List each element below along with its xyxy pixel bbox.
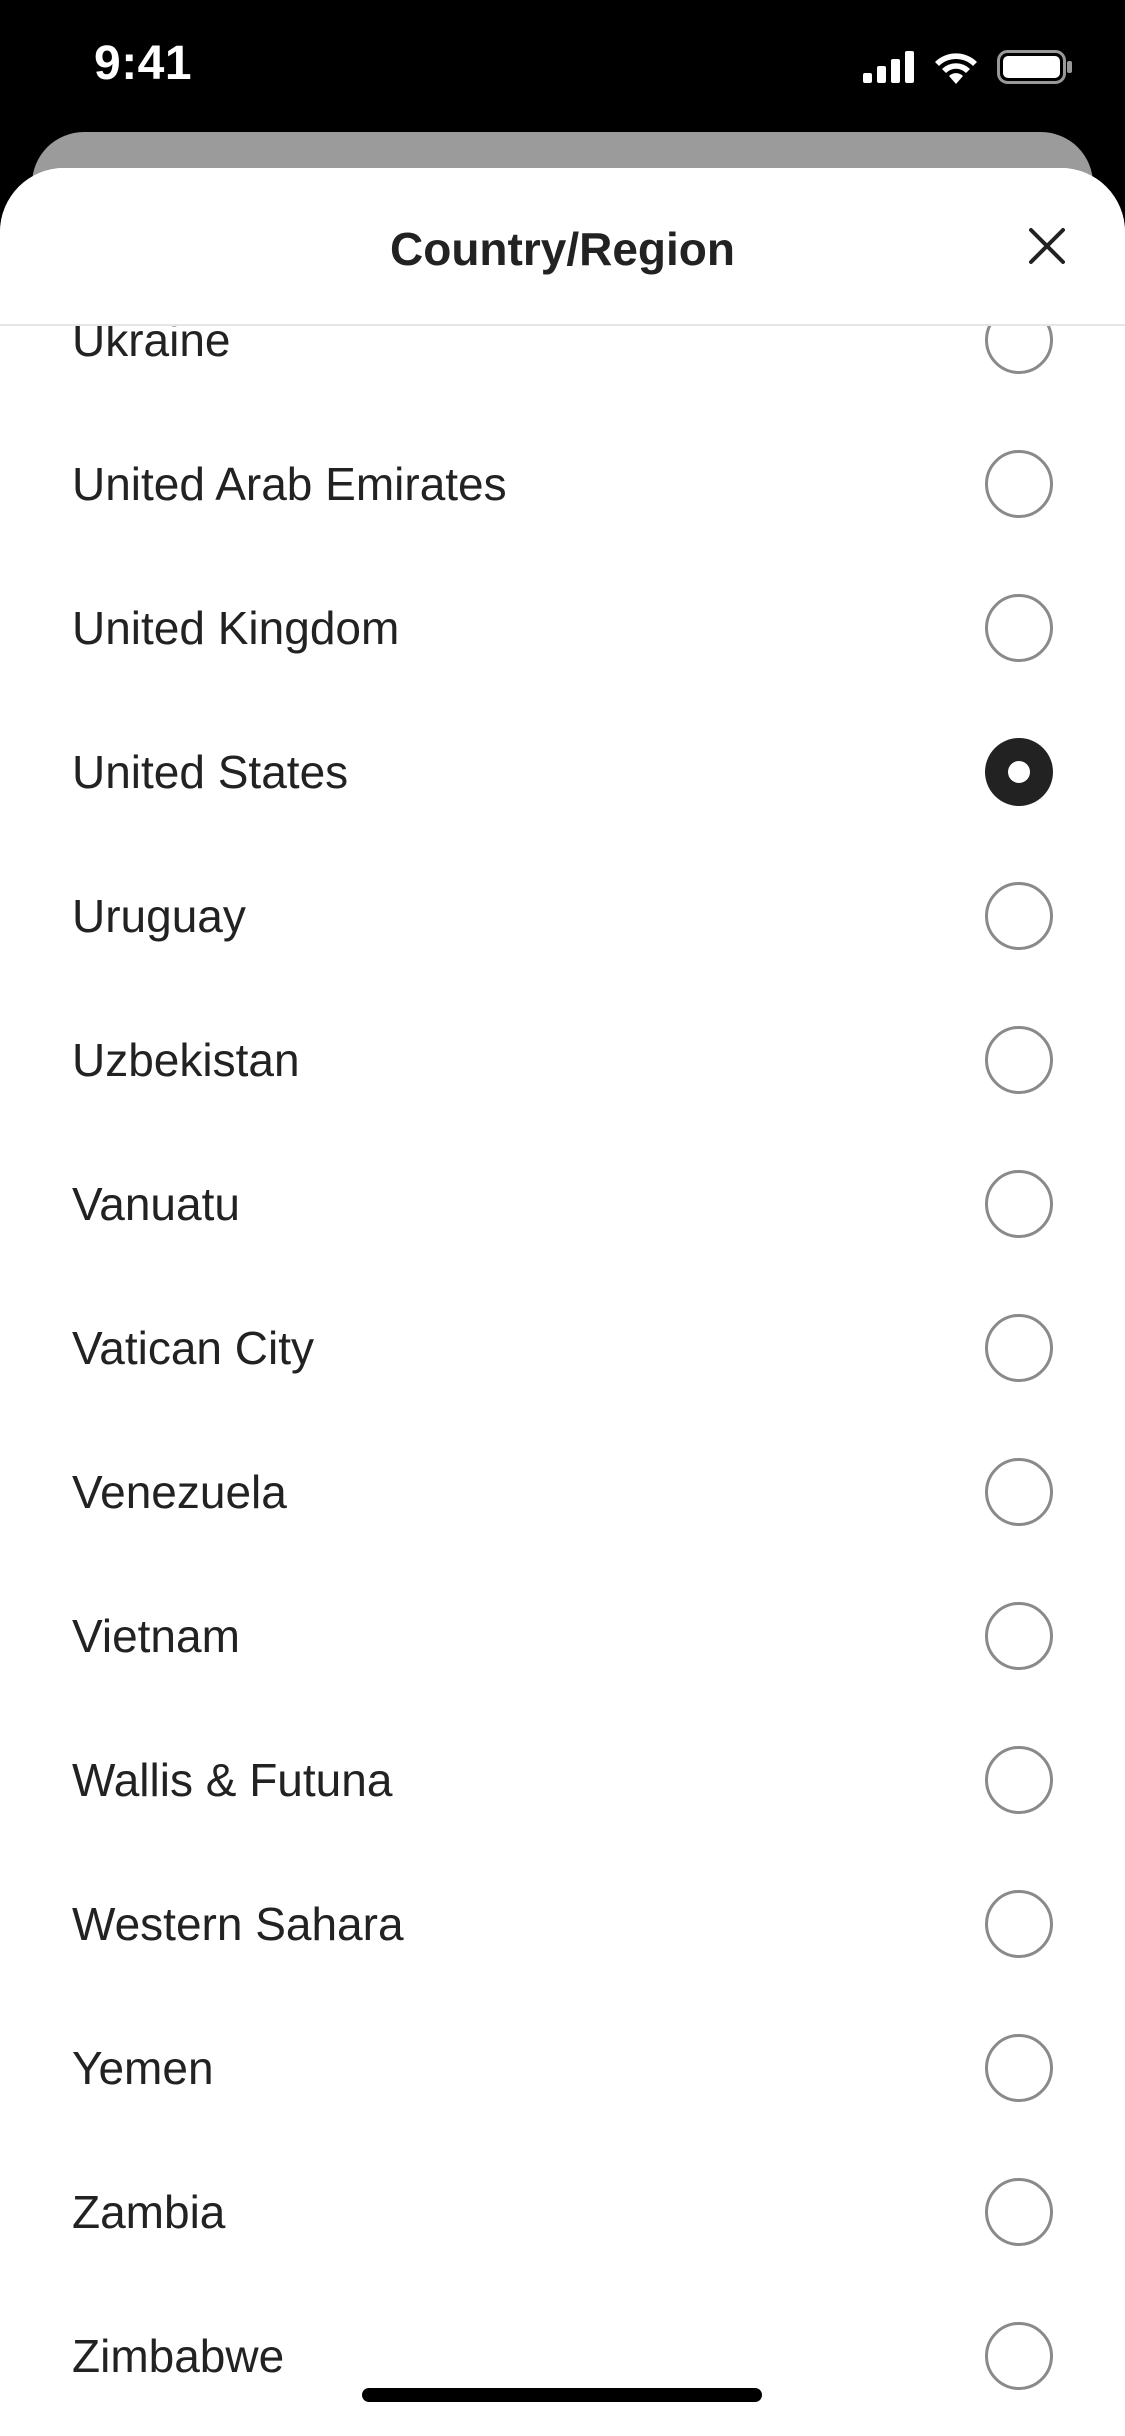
- radio-button[interactable]: [985, 1602, 1053, 1670]
- status-icons: [863, 50, 1073, 89]
- country-list: Ukraine United Arab Emirates United Kingdo…: [0, 268, 1125, 2428]
- radio-button[interactable]: [985, 1746, 1053, 1814]
- country-row[interactable]: Vatican City: [0, 1276, 1125, 1420]
- country-label: Zambia: [72, 2186, 226, 2238]
- country-row[interactable]: United Kingdom: [0, 556, 1125, 700]
- country-label: Uzbekistan: [72, 1034, 300, 1086]
- country-row[interactable]: Wallis & Futuna: [0, 1708, 1125, 1852]
- radio-button[interactable]: [985, 450, 1053, 518]
- radio-button[interactable]: [985, 1890, 1053, 1958]
- country-label: Wallis & Futuna: [72, 1754, 393, 1806]
- country-region-sheet: Country/Region Ukraine United Arab Emirat…: [0, 168, 1125, 2436]
- radio-button[interactable]: [985, 594, 1053, 662]
- radio-button[interactable]: [985, 1314, 1053, 1382]
- country-label: Venezuela: [72, 1466, 287, 1518]
- radio-button[interactable]: [985, 2322, 1053, 2390]
- country-row[interactable]: Zimbabwe: [0, 2284, 1125, 2428]
- radio-button[interactable]: [985, 1458, 1053, 1526]
- country-row[interactable]: Uruguay: [0, 844, 1125, 988]
- country-label: United Kingdom: [72, 602, 400, 654]
- sheet-title: Country/Region: [390, 223, 735, 275]
- country-label: Western Sahara: [72, 1898, 404, 1950]
- country-row[interactable]: United Arab Emirates: [0, 412, 1125, 556]
- country-label: Vatican City: [72, 1322, 315, 1374]
- wifi-icon: [933, 50, 979, 89]
- radio-button[interactable]: [985, 1026, 1053, 1094]
- radio-button-selected[interactable]: [985, 738, 1053, 806]
- battery-icon: [997, 50, 1073, 89]
- country-row[interactable]: Zambia: [0, 2140, 1125, 2284]
- radio-button[interactable]: [985, 882, 1053, 950]
- home-indicator: [362, 2388, 762, 2402]
- country-row[interactable]: Venezuela: [0, 1420, 1125, 1564]
- country-label: Vietnam: [72, 1610, 240, 1662]
- country-row[interactable]: Yemen: [0, 1996, 1125, 2140]
- screen: 9:41 Country/Region Ukraine United Arab …: [0, 0, 1125, 2436]
- cellular-signal-icon: [863, 51, 915, 88]
- radio-button[interactable]: [985, 2034, 1053, 2102]
- country-row[interactable]: Western Sahara: [0, 1852, 1125, 1996]
- status-time: 9:41: [94, 37, 193, 90]
- radio-button[interactable]: [985, 1170, 1053, 1238]
- radio-button[interactable]: [985, 2178, 1053, 2246]
- country-label: Uruguay: [72, 890, 246, 942]
- close-icon: [1027, 226, 1067, 271]
- country-row[interactable]: Uzbekistan: [0, 988, 1125, 1132]
- sheet-header: Country/Region: [0, 168, 1125, 326]
- country-label: Yemen: [72, 2042, 214, 2094]
- country-row[interactable]: Vietnam: [0, 1564, 1125, 1708]
- status-bar: 9:41: [0, 0, 1125, 132]
- country-label: Vanuatu: [72, 1178, 240, 1230]
- country-row[interactable]: United States: [0, 700, 1125, 844]
- close-button[interactable]: [1011, 212, 1083, 284]
- country-label: United States: [72, 746, 349, 798]
- country-row[interactable]: Vanuatu: [0, 1132, 1125, 1276]
- country-label: Zimbabwe: [72, 2330, 285, 2382]
- country-label: United Arab Emirates: [72, 458, 507, 510]
